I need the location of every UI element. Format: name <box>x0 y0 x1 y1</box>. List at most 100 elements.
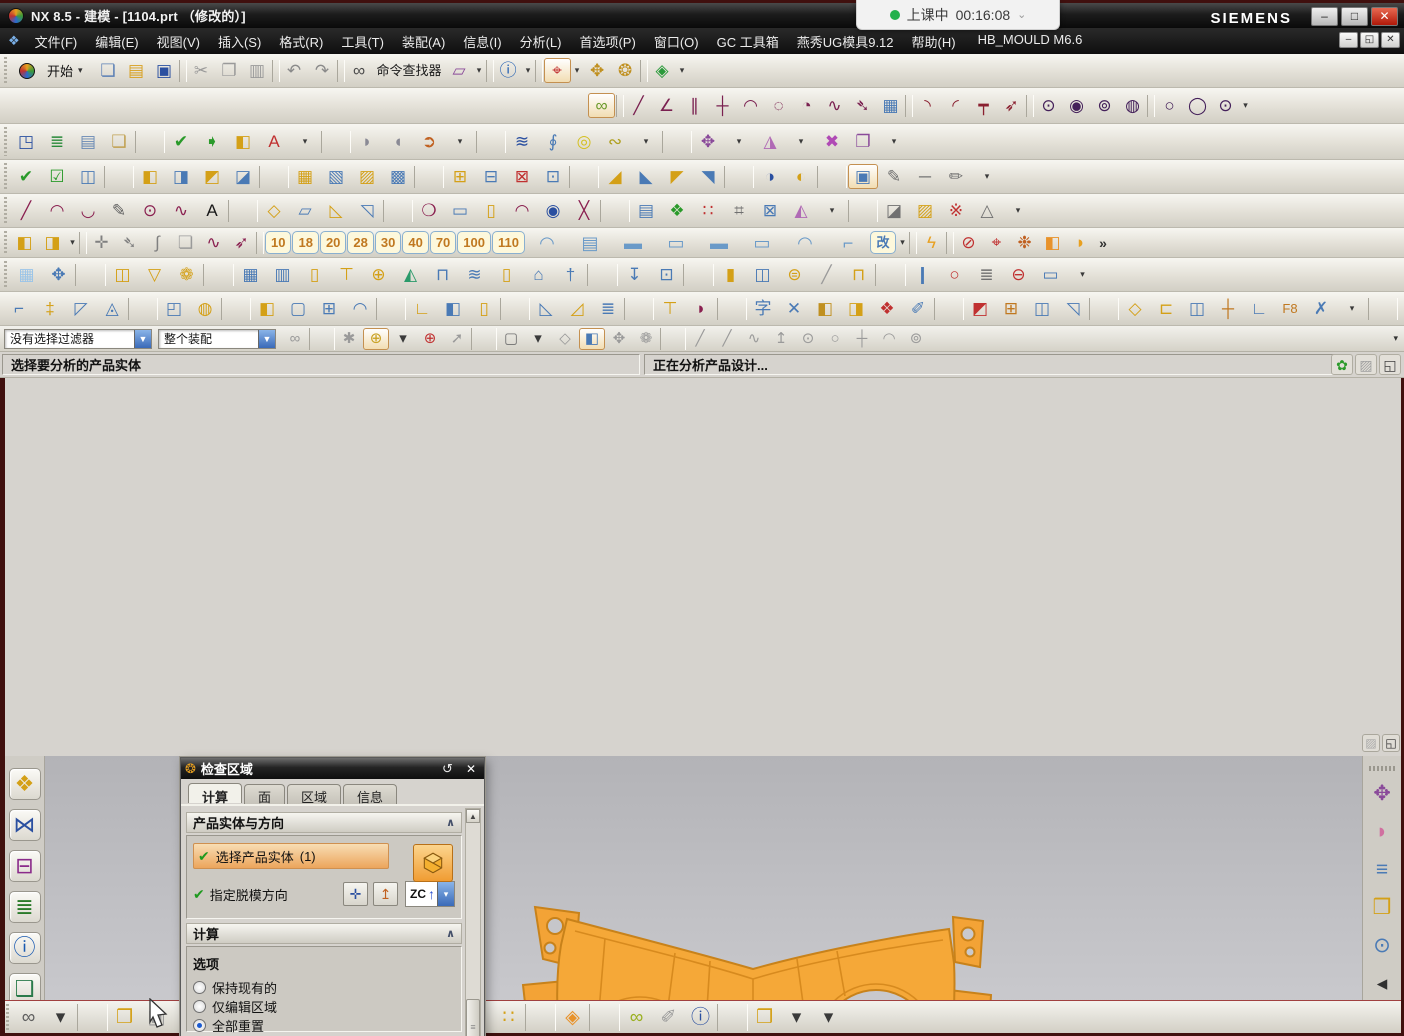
slot-gold-icon[interactable]: ▯ <box>469 296 499 321</box>
block-icon[interactable]: ◩ <box>197 164 227 189</box>
maximize-view-icon[interactable]: ◱ <box>1379 354 1401 375</box>
conic-curve-icon[interactable]: ◡ <box>73 198 103 223</box>
t-slot-icon[interactable]: ⊤ <box>655 296 685 321</box>
line-tool-icon[interactable]: ─ <box>910 164 940 189</box>
start-button[interactable]: 开始 ▾ <box>11 59 91 82</box>
moldbase-plate3-icon[interactable]: ▬ <box>698 230 740 255</box>
curve-mesh-icon[interactable]: ❍ <box>414 198 444 223</box>
vent-icon[interactable]: ⊖ <box>1003 262 1034 287</box>
menu-insert[interactable]: 插入(S) <box>209 29 270 54</box>
nx-status-icon[interactable]: ✿ <box>1331 354 1353 375</box>
wave-link-icon[interactable]: ◈ <box>557 1004 588 1031</box>
section-calculate[interactable]: 计算 ∧ <box>186 923 462 944</box>
assembly-navigator-icon[interactable]: ❖ <box>9 768 41 800</box>
subtract-icon[interactable]: ⊟ <box>476 164 506 189</box>
o-ring-icon[interactable]: ⊜ <box>779 262 810 287</box>
dd[interactable]: ▾ <box>781 1004 812 1031</box>
pin-gold-icon[interactable]: ▯ <box>299 262 330 287</box>
toolbar-grip[interactable] <box>2 127 9 156</box>
polyline-icon[interactable]: ∠ <box>653 93 680 118</box>
insert-gold-icon[interactable]: ◧ <box>252 296 282 321</box>
selection-scope-dropdown[interactable]: 整个装配 ▼ <box>158 329 276 349</box>
forming-die-icon[interactable]: ◗ <box>352 129 382 154</box>
crosshair-red-icon[interactable]: ⊕ <box>417 328 443 350</box>
plate-b-icon[interactable]: ▥ <box>267 262 298 287</box>
sheet-grid-icon[interactable]: ▤ <box>631 198 661 223</box>
sketch-edit-icon[interactable]: ✎ <box>104 198 134 223</box>
sphere-icon[interactable]: ◉ <box>538 198 568 223</box>
doc-close-button[interactable]: ✕ <box>1381 32 1400 48</box>
part-navigator-icon[interactable]: ⊟ <box>9 850 41 882</box>
snap-endpoint-icon[interactable]: ╱ <box>687 328 713 350</box>
dd[interactable]: ▾ <box>572 58 583 83</box>
menu-file[interactable]: 文件(F) <box>26 29 87 54</box>
menu-window[interactable]: 窗口(O) <box>645 29 708 54</box>
corner-angle-icon[interactable]: ∟ <box>407 296 437 321</box>
sketch-pencil-icon[interactable]: ✎ <box>879 164 909 189</box>
menu-assemblies[interactable]: 装配(A) <box>393 29 454 54</box>
tab-info[interactable]: 信息 <box>343 784 397 804</box>
toolbar-options-arrow[interactable]: ▾ <box>1393 333 1398 344</box>
sheet-doc-icon[interactable]: ❏ <box>172 230 199 255</box>
pocket-icon[interactable]: ▨ <box>352 164 382 189</box>
reference-icon[interactable]: ※ <box>941 198 971 223</box>
conic-icon[interactable]: ⊙ <box>1212 93 1239 118</box>
scale-body-icon[interactable]: ◐ <box>786 164 816 189</box>
ring-gear-icon[interactable]: ❁ <box>171 262 202 287</box>
line-icon[interactable]: ╱ <box>625 93 652 118</box>
solid-cube-icon[interactable]: ◧ <box>1039 230 1066 255</box>
spring-icon[interactable]: ≋ <box>459 262 490 287</box>
abc-annotation-icon[interactable]: A <box>259 129 289 154</box>
sew-icon[interactable]: ⊡ <box>538 164 568 189</box>
dd[interactable]: ▾ <box>817 198 847 223</box>
u-slot-icon[interactable]: ⊓ <box>427 262 458 287</box>
move-handle-icon[interactable]: ✥ <box>43 262 74 287</box>
collapse-icon[interactable]: ∧ <box>446 816 455 829</box>
plate-size-18[interactable]: 18 <box>292 231 318 254</box>
arch-cut-icon[interactable]: ◠ <box>345 296 375 321</box>
moldbase-arch-icon[interactable]: ◠ <box>784 230 826 255</box>
housing-icon[interactable]: ⌂ <box>523 262 554 287</box>
toolbar-grip[interactable] <box>2 231 9 254</box>
locator-icon[interactable]: ◭ <box>395 262 426 287</box>
command-finder-icon[interactable]: ∞ <box>346 58 373 83</box>
dd[interactable]: ▾ <box>474 58 485 83</box>
split-body-icon[interactable]: ◑ <box>755 164 785 189</box>
dropdown-arrow-icon[interactable]: ▼ <box>134 330 151 348</box>
section-lines-icon[interactable]: ≡ <box>1367 854 1397 884</box>
point-funnel-icon[interactable]: ⌖ <box>983 230 1010 255</box>
section-surface-icon[interactable]: ▭ <box>445 198 475 223</box>
bolt-pair-icon[interactable]: ‡ <box>35 296 65 321</box>
ellipse-icon[interactable]: ◔ <box>793 93 820 118</box>
toolbar-grip[interactable] <box>4 1004 11 1030</box>
snap-gray-icon[interactable]: ∞ <box>282 328 308 350</box>
swept-icon[interactable]: ◺ <box>321 198 351 223</box>
dd[interactable]: ▾ <box>879 129 909 154</box>
measure-pen-icon[interactable]: ✐ <box>653 1004 684 1031</box>
plate-size-10[interactable]: 10 <box>265 231 291 254</box>
hole-icon[interactable]: ▦ <box>290 164 320 189</box>
plate-size-40[interactable]: 40 <box>402 231 428 254</box>
four-color-icon[interactable]: ❖ <box>662 198 692 223</box>
dd[interactable]: ▾ <box>1003 198 1033 223</box>
collapse-icon[interactable]: ∧ <box>446 927 455 940</box>
stack-icon[interactable]: ≣ <box>971 262 1002 287</box>
close-button[interactable]: ✕ <box>1371 7 1398 26</box>
doc-minimize-button[interactable]: – <box>1339 32 1358 48</box>
menu-view[interactable]: 视图(V) <box>148 29 209 54</box>
find-highlight-icon[interactable]: ⊕ <box>363 328 389 350</box>
cylinder-icon[interactable]: ◪ <box>228 164 258 189</box>
toolbar-grip[interactable] <box>2 57 9 84</box>
tab-face[interactable]: 面 <box>244 784 285 804</box>
open-button[interactable]: ▤ <box>123 58 150 83</box>
circle-sketch-icon[interactable]: ◌ <box>765 93 792 118</box>
fillet-icon[interactable]: ◝ <box>914 93 941 118</box>
curve-arrow-icon[interactable]: ➴ <box>116 230 143 255</box>
corner-block-icon[interactable]: ◰ <box>159 296 189 321</box>
spring-blue-icon[interactable]: ≋ <box>507 129 537 154</box>
pick-hand-icon[interactable]: ➲ <box>414 129 444 154</box>
snap-midpoint-icon[interactable]: ╱ <box>714 328 740 350</box>
check-flag-icon[interactable]: ➧ <box>197 129 227 154</box>
color-grid-icon[interactable]: ❖ <box>872 296 902 321</box>
collapse-arrow-icon[interactable]: ◂ <box>1367 968 1397 998</box>
